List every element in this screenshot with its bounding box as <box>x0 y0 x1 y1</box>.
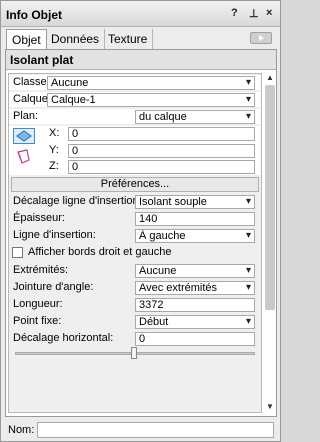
tab-objet[interactable]: Objet <box>6 29 47 50</box>
calque-select[interactable]: Calque-1 <box>47 93 255 107</box>
pin-button[interactable]: ⊥ <box>249 7 259 20</box>
ligne-insertion-label: Ligne d'insertion: <box>13 229 96 241</box>
y-field[interactable]: 0 <box>68 144 255 158</box>
plan-select[interactable]: du calque <box>135 110 255 124</box>
longueur-label: Longueur: <box>13 298 63 310</box>
preferences-button[interactable]: Préférences... <box>11 177 259 192</box>
decalage-ligne-select[interactable]: Isolant souple <box>135 195 255 209</box>
properties-pane: Classe: Aucune Calque: Calque-1 Plan: du… <box>8 73 262 413</box>
nom-label: Nom: <box>8 424 35 436</box>
epaisseur-field[interactable]: 140 <box>135 212 255 226</box>
close-button[interactable]: × <box>266 7 272 19</box>
object-type: Isolant plat <box>10 53 74 67</box>
z-field[interactable]: 0 <box>68 160 255 174</box>
row-decalage-ligne: Décalage ligne d'insertion: Isolant soup… <box>9 194 261 209</box>
x-label: X: <box>49 127 60 139</box>
y-label: Y: <box>49 144 59 156</box>
nom-field[interactable] <box>37 422 274 438</box>
x-field[interactable]: 0 <box>68 127 255 141</box>
tab-donnees[interactable]: Données <box>46 29 106 49</box>
longueur-field[interactable]: 3372 <box>135 298 255 312</box>
coords-block: X: 0 Y: 0 Z: 0 <box>9 126 261 175</box>
row-jointure: Jointure d'angle: Avec extrémités <box>9 280 261 295</box>
tab-bar: Objet Données Texture <box>6 29 274 50</box>
row-epaisseur: Épaisseur: 140 <box>9 211 261 226</box>
row-point-fixe: Point fixe: Début <box>9 314 261 329</box>
plan-label: Plan: <box>13 110 39 122</box>
row-longueur: Longueur: 3372 <box>9 297 261 312</box>
point-fixe-select[interactable]: Début <box>135 315 255 329</box>
object-type-header: Isolant plat <box>6 50 276 70</box>
plan-view-icon[interactable] <box>13 128 35 144</box>
row-extremites: Extrémités: Aucune <box>9 263 261 278</box>
z-label: Z: <box>49 160 59 172</box>
row-decalage-horizontal: Décalage horizontal: 0 <box>9 331 261 346</box>
extremites-label: Extrémités: <box>13 264 69 276</box>
title-bar: Info Objet ? ⊥ × <box>1 1 280 27</box>
classe-label: Classe: <box>13 76 50 88</box>
row-ligne-insertion: Ligne d'insertion: À gauche <box>9 228 261 243</box>
decalage-horizontal-label: Décalage horizontal: <box>13 332 114 344</box>
afficher-bords-label: Afficher bords droit et gauche <box>28 246 172 258</box>
help-button[interactable]: ? <box>231 7 238 19</box>
calque-label: Calque: <box>13 93 51 105</box>
extremites-select[interactable]: Aucune <box>135 264 255 278</box>
offset-slider-knob[interactable] <box>131 347 137 359</box>
point-fixe-label: Point fixe: <box>13 315 62 327</box>
row-plan: Plan: du calque <box>9 109 261 124</box>
row-afficher-bords: Afficher bords droit et gauche <box>9 245 261 260</box>
window-title: Info Objet <box>6 8 62 22</box>
tab-menu-arrow-icon[interactable] <box>250 32 272 44</box>
3d-view-icon[interactable] <box>13 148 35 166</box>
jointure-select[interactable]: Avec extrémités <box>135 281 255 295</box>
row-classe: Classe: Aucune <box>9 75 261 90</box>
afficher-bords-checkbox[interactable] <box>12 247 23 258</box>
scroll-up-icon[interactable]: ▲ <box>266 73 274 82</box>
epaisseur-label: Épaisseur: <box>13 212 65 224</box>
ligne-insertion-select[interactable]: À gauche <box>135 229 255 243</box>
scroll-down-icon[interactable]: ▼ <box>266 402 274 411</box>
decalage-horizontal-field[interactable]: 0 <box>135 332 255 346</box>
object-info-palette: Info Objet ? ⊥ × Objet Données Texture I… <box>0 0 281 442</box>
object-content: Isolant plat Classe: Aucune Calque: Calq… <box>5 49 277 417</box>
classe-select[interactable]: Aucune <box>47 76 255 90</box>
vertical-scrollbar[interactable]: ▲ ▼ <box>264 73 276 413</box>
tab-texture[interactable]: Texture <box>103 29 154 49</box>
decalage-ligne-label: Décalage ligne d'insertion: <box>13 195 142 207</box>
scrollbar-thumb[interactable] <box>265 85 275 310</box>
name-footer: Nom: <box>5 421 277 439</box>
jointure-label: Jointure d'angle: <box>13 281 94 293</box>
row-calque: Calque: Calque-1 <box>9 92 261 107</box>
